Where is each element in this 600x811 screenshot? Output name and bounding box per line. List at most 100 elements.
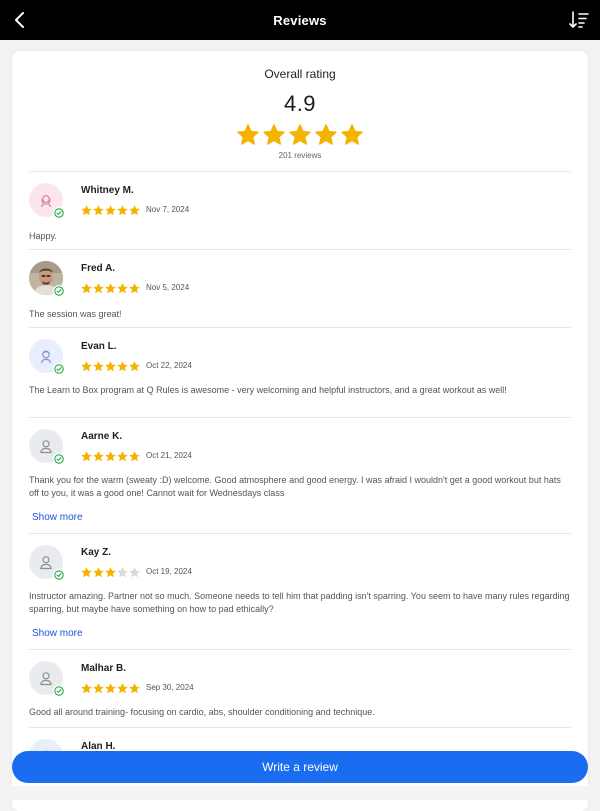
verified-badge-icon — [53, 685, 65, 697]
review-star-rating — [81, 283, 140, 294]
review-date: Oct 21, 2024 — [146, 451, 192, 460]
sort-icon — [569, 11, 589, 28]
star-icon — [93, 683, 104, 693]
star-icon — [117, 567, 128, 577]
write-review-button[interactable]: Write a review — [12, 751, 588, 783]
user-avatar-icon — [40, 672, 52, 686]
review-date: Oct 19, 2024 — [146, 567, 192, 576]
top-bar: Reviews — [0, 0, 600, 40]
review-header: Kay Z. Oct 19, 2024 — [29, 534, 571, 584]
review-star-rating — [81, 361, 140, 372]
overall-rating-label: Overall rating — [264, 67, 336, 81]
review-item: Kay Z. Oct 19, 2024 Instructor amazing. Pa… — [29, 534, 571, 650]
star-icon — [105, 567, 116, 577]
star-icon — [129, 683, 140, 693]
reviewer-name: Malhar B. — [81, 663, 127, 674]
avatar — [29, 429, 65, 465]
review-star-rating — [81, 451, 140, 462]
review-header: Whitney M. Nov 7, 2024 — [29, 172, 571, 222]
verified-badge-icon — [53, 285, 65, 297]
review-item: Whitney M. Nov 7, 2024 Happy. — [29, 172, 571, 250]
star-icon — [341, 124, 363, 145]
review-item: Evan L. Oct 22, 2024 The Learn to Box prog… — [29, 328, 571, 418]
verified-badge-icon — [53, 207, 65, 219]
avatar — [29, 261, 65, 297]
star-icon — [81, 361, 92, 371]
male-avatar-icon — [40, 350, 52, 364]
star-icon — [81, 683, 92, 693]
review-star-rating — [81, 567, 140, 578]
review-date: Sep 30, 2024 — [146, 683, 194, 692]
review-item: Malhar B. Sep 30, 2024 Good all around tra… — [29, 650, 571, 728]
reviewer-name: Aarne K. — [81, 431, 123, 442]
star-icon — [315, 124, 337, 145]
star-icon — [117, 283, 128, 293]
sort-button[interactable] — [566, 7, 592, 33]
review-item: Fred A. Nov 5, 2024 The session was great! — [29, 250, 571, 328]
star-icon — [105, 683, 116, 693]
star-icon — [117, 451, 128, 461]
star-icon — [93, 205, 104, 215]
avatar — [29, 545, 65, 581]
avatar — [29, 661, 65, 697]
reviewer-name: Kay Z. — [81, 547, 112, 558]
review-text: Happy. — [29, 231, 57, 241]
star-icon — [93, 451, 104, 461]
overall-rating-score: 4.9 — [283, 91, 317, 116]
user-avatar-icon — [40, 440, 52, 454]
avatar — [29, 183, 65, 219]
star-icon — [129, 451, 140, 461]
review-header: Fred A. Nov 5, 2024 — [29, 250, 571, 300]
star-icon — [117, 205, 128, 215]
star-icon — [93, 567, 104, 577]
review-star-rating — [81, 205, 140, 216]
avatar — [29, 339, 65, 375]
star-icon — [289, 124, 311, 145]
star-icon — [105, 361, 116, 371]
star-icon — [129, 205, 140, 215]
review-date: Oct 22, 2024 — [146, 361, 192, 370]
review-star-rating — [81, 683, 140, 694]
star-icon — [117, 361, 128, 371]
star-icon — [93, 361, 104, 371]
reviewer-name: Fred A. — [81, 263, 116, 274]
star-icon — [81, 451, 92, 461]
review-item: Aarne K. Oct 21, 2024 Thank you for the wa… — [29, 418, 571, 534]
back-button[interactable] — [6, 6, 34, 34]
show-more-link[interactable]: Show more — [32, 512, 83, 523]
reviewer-name: Whitney M. — [81, 185, 134, 196]
review-text: Thank you for the warm (sweaty :D) welco… — [29, 475, 561, 498]
star-icon — [129, 361, 140, 371]
verified-badge-icon — [53, 569, 65, 581]
review-date: Nov 7, 2024 — [146, 205, 190, 214]
show-more-link[interactable]: Show more — [32, 628, 83, 639]
review-list: Whitney M. Nov 7, 2024 Happy. Fred A. Nov 5,… — [12, 172, 588, 788]
page-title: Reviews — [273, 12, 327, 28]
review-text: The session was great! — [29, 309, 122, 319]
star-icon — [129, 567, 140, 577]
star-icon — [105, 451, 116, 461]
review-text: The Learn to Box program at Q Rules is a… — [29, 385, 507, 395]
review-date: Nov 5, 2024 — [146, 283, 190, 292]
star-icon — [93, 283, 104, 293]
review-header: Aarne K. Oct 21, 2024 — [29, 418, 571, 468]
star-icon — [237, 124, 259, 145]
overall-star-rating — [29, 123, 571, 147]
reviews-card: Overall rating 4.9 201 reviews Whitney M… — [12, 51, 588, 811]
review-header: Malhar B. Sep 30, 2024 — [29, 650, 571, 700]
female-avatar-icon — [40, 195, 52, 208]
star-icon — [105, 283, 116, 293]
star-icon — [117, 683, 128, 693]
star-icon — [263, 124, 285, 145]
bottom-strip — [0, 786, 600, 800]
back-arrow-icon — [15, 12, 24, 28]
verified-badge-icon — [53, 363, 65, 375]
user-avatar-icon — [40, 556, 52, 570]
overall-rating-section: Overall rating 4.9 201 reviews — [29, 51, 571, 172]
review-text: Good all around training- focusing on ca… — [29, 707, 375, 717]
verified-badge-icon — [53, 453, 65, 465]
review-header: Evan L. Oct 22, 2024 — [29, 328, 571, 378]
star-icon — [81, 283, 92, 293]
review-text: Instructor amazing. Partner not so much.… — [29, 591, 570, 614]
review-count: 201 reviews — [278, 151, 322, 160]
